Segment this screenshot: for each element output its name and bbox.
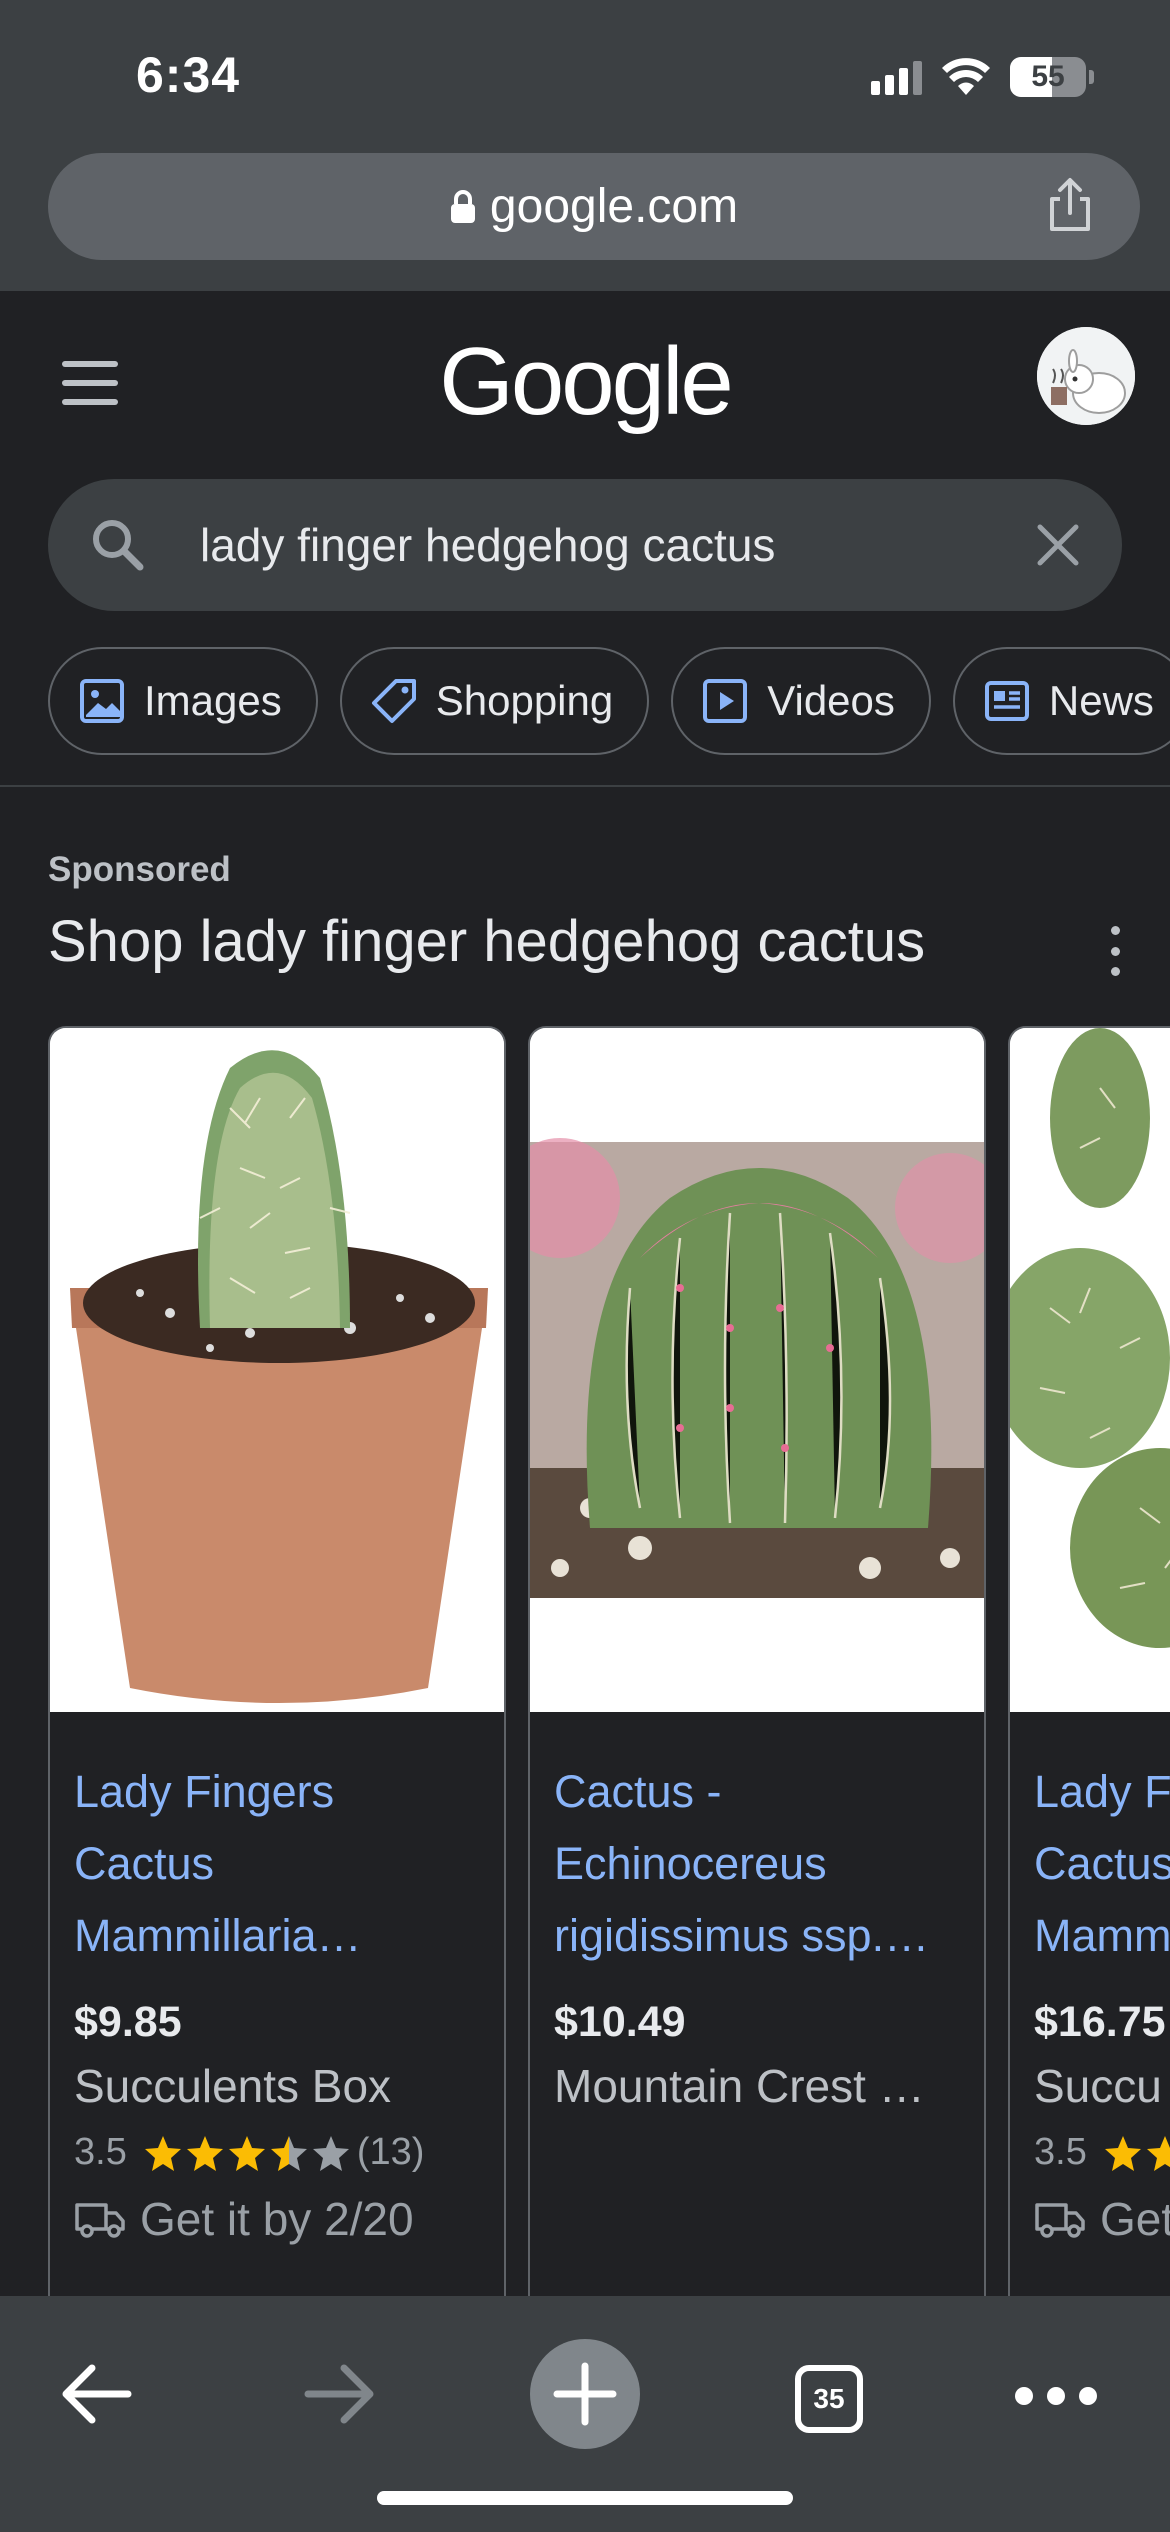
ellipsis-icon (1015, 2387, 1097, 2405)
image-icon (80, 679, 124, 723)
star-icon (312, 2135, 349, 2171)
google-logo[interactable]: Google (0, 327, 1170, 437)
product-merchant: Mountain Crest … (554, 2060, 925, 2112)
product-title[interactable]: Lady Fingers Cactus Mammillaria… (74, 1756, 480, 1972)
forward-arrow-icon (304, 2364, 374, 2424)
rating-stars (143, 2133, 351, 2173)
product-card[interactable]: Lady Fingers Cactus Mammillaria… $9.85 S… (48, 1026, 506, 2296)
product-rating: 3.5 (13) (74, 2131, 480, 2174)
url-text: google.com (489, 180, 739, 233)
tag-icon (371, 679, 416, 723)
chip-videos[interactable]: Videos (671, 647, 931, 755)
tabs-count: 35 (795, 2365, 863, 2433)
more-options-icon[interactable] (1100, 926, 1130, 976)
chip-images[interactable]: Images (48, 647, 318, 755)
delivery-text: Get it by 2/20 (140, 2193, 414, 2245)
potted-cactus-image (50, 1028, 504, 1712)
more-menu-button[interactable] (1006, 2356, 1106, 2436)
star-icon (186, 2135, 223, 2171)
product-carousel: Lady Fingers Cactus Mammillaria… $9.85 S… (48, 1026, 1170, 2296)
chip-label: Images (144, 677, 282, 724)
delivery-text: Get (1100, 2193, 1170, 2245)
product-title[interactable]: Cactus - Echinocereus rigidissimus ssp.… (554, 1756, 960, 1972)
product-image[interactable] (50, 1028, 504, 1712)
account-avatar[interactable] (1037, 327, 1135, 425)
battery-icon: 55 (1010, 57, 1094, 97)
product-merchant: Succulents Box (74, 2060, 392, 2112)
new-tab-button[interactable] (530, 2339, 640, 2449)
tabs-button[interactable]: 35 (786, 2356, 872, 2442)
lock-icon (450, 189, 475, 223)
search-input[interactable]: lady finger hedgehog cactus (200, 518, 775, 572)
echinocereus-cactus-image (530, 1028, 984, 1712)
product-card[interactable]: Lady F Cactus Mamm $16.75 Succu 3.5 Get (1008, 1026, 1170, 2296)
search-box[interactable]: lady finger hedgehog cactus (48, 479, 1122, 611)
product-image[interactable] (530, 1028, 984, 1712)
product-image[interactable] (1010, 1028, 1170, 1712)
chip-label: Shopping (435, 677, 614, 724)
star-icon (270, 2135, 307, 2171)
product-delivery: Get (1034, 2192, 1170, 2246)
product-price: $16.75 (1034, 1998, 1166, 2046)
review-count: (13) (356, 2131, 425, 2173)
status-time: 6:34 (136, 47, 241, 103)
chip-label: News (1048, 677, 1154, 724)
shopping-section-title: Shop lady finger hedgehog cactus (48, 909, 926, 974)
forward-button[interactable] (292, 2346, 388, 2442)
rating-value: 3.5 (74, 2131, 127, 2173)
play-icon (703, 679, 748, 723)
clear-search-icon[interactable] (1028, 515, 1088, 575)
battery-level: 55 (1031, 60, 1065, 93)
star-icon (1146, 2135, 1170, 2171)
status-icons: 55 (871, 52, 1094, 102)
cactus-cluster-image (1010, 1028, 1170, 1712)
rating-value: 3.5 (1034, 2131, 1087, 2173)
star-icon (1104, 2135, 1141, 2171)
star-icon (228, 2135, 265, 2171)
chip-news[interactable]: News (952, 647, 1170, 755)
cellular-signal-icon (871, 59, 922, 95)
product-title[interactable]: Lady F Cactus Mamm (1034, 1756, 1170, 1972)
wifi-icon (942, 58, 990, 95)
delivery-truck-icon (1035, 2203, 1085, 2238)
browser-top-chrome: 6:34 55 google.com (0, 0, 1170, 291)
search-icon[interactable] (88, 515, 148, 575)
product-merchant: Succu (1034, 2060, 1162, 2112)
product-price: $10.49 (554, 1998, 686, 2046)
star-icon (144, 2135, 181, 2171)
chip-label: Videos (767, 677, 895, 724)
chip-shopping[interactable]: Shopping (339, 647, 650, 755)
product-card[interactable]: Cactus - Echinocereus rigidissimus ssp.…… (528, 1026, 986, 2296)
rating-stars (1103, 2133, 1170, 2173)
share-icon[interactable] (1040, 175, 1100, 235)
back-button[interactable] (48, 2346, 144, 2442)
avatar-bunny-icon (1037, 327, 1135, 425)
product-price: $9.85 (74, 1998, 182, 2046)
plus-icon (530, 2339, 640, 2449)
sponsored-label: Sponsored (48, 850, 231, 889)
product-rating: 3.5 (1034, 2131, 1170, 2174)
back-arrow-icon (62, 2364, 132, 2424)
news-icon (984, 681, 1029, 721)
product-delivery: Get it by 2/20 (74, 2192, 480, 2246)
search-filter-chips: Images Shopping Videos News (48, 647, 1170, 757)
address-bar[interactable]: google.com (48, 153, 1140, 260)
google-header: Google lady finger hedgehog cactus Image… (0, 291, 1170, 787)
delivery-truck-icon (75, 2203, 125, 2238)
home-indicator (377, 2491, 793, 2505)
